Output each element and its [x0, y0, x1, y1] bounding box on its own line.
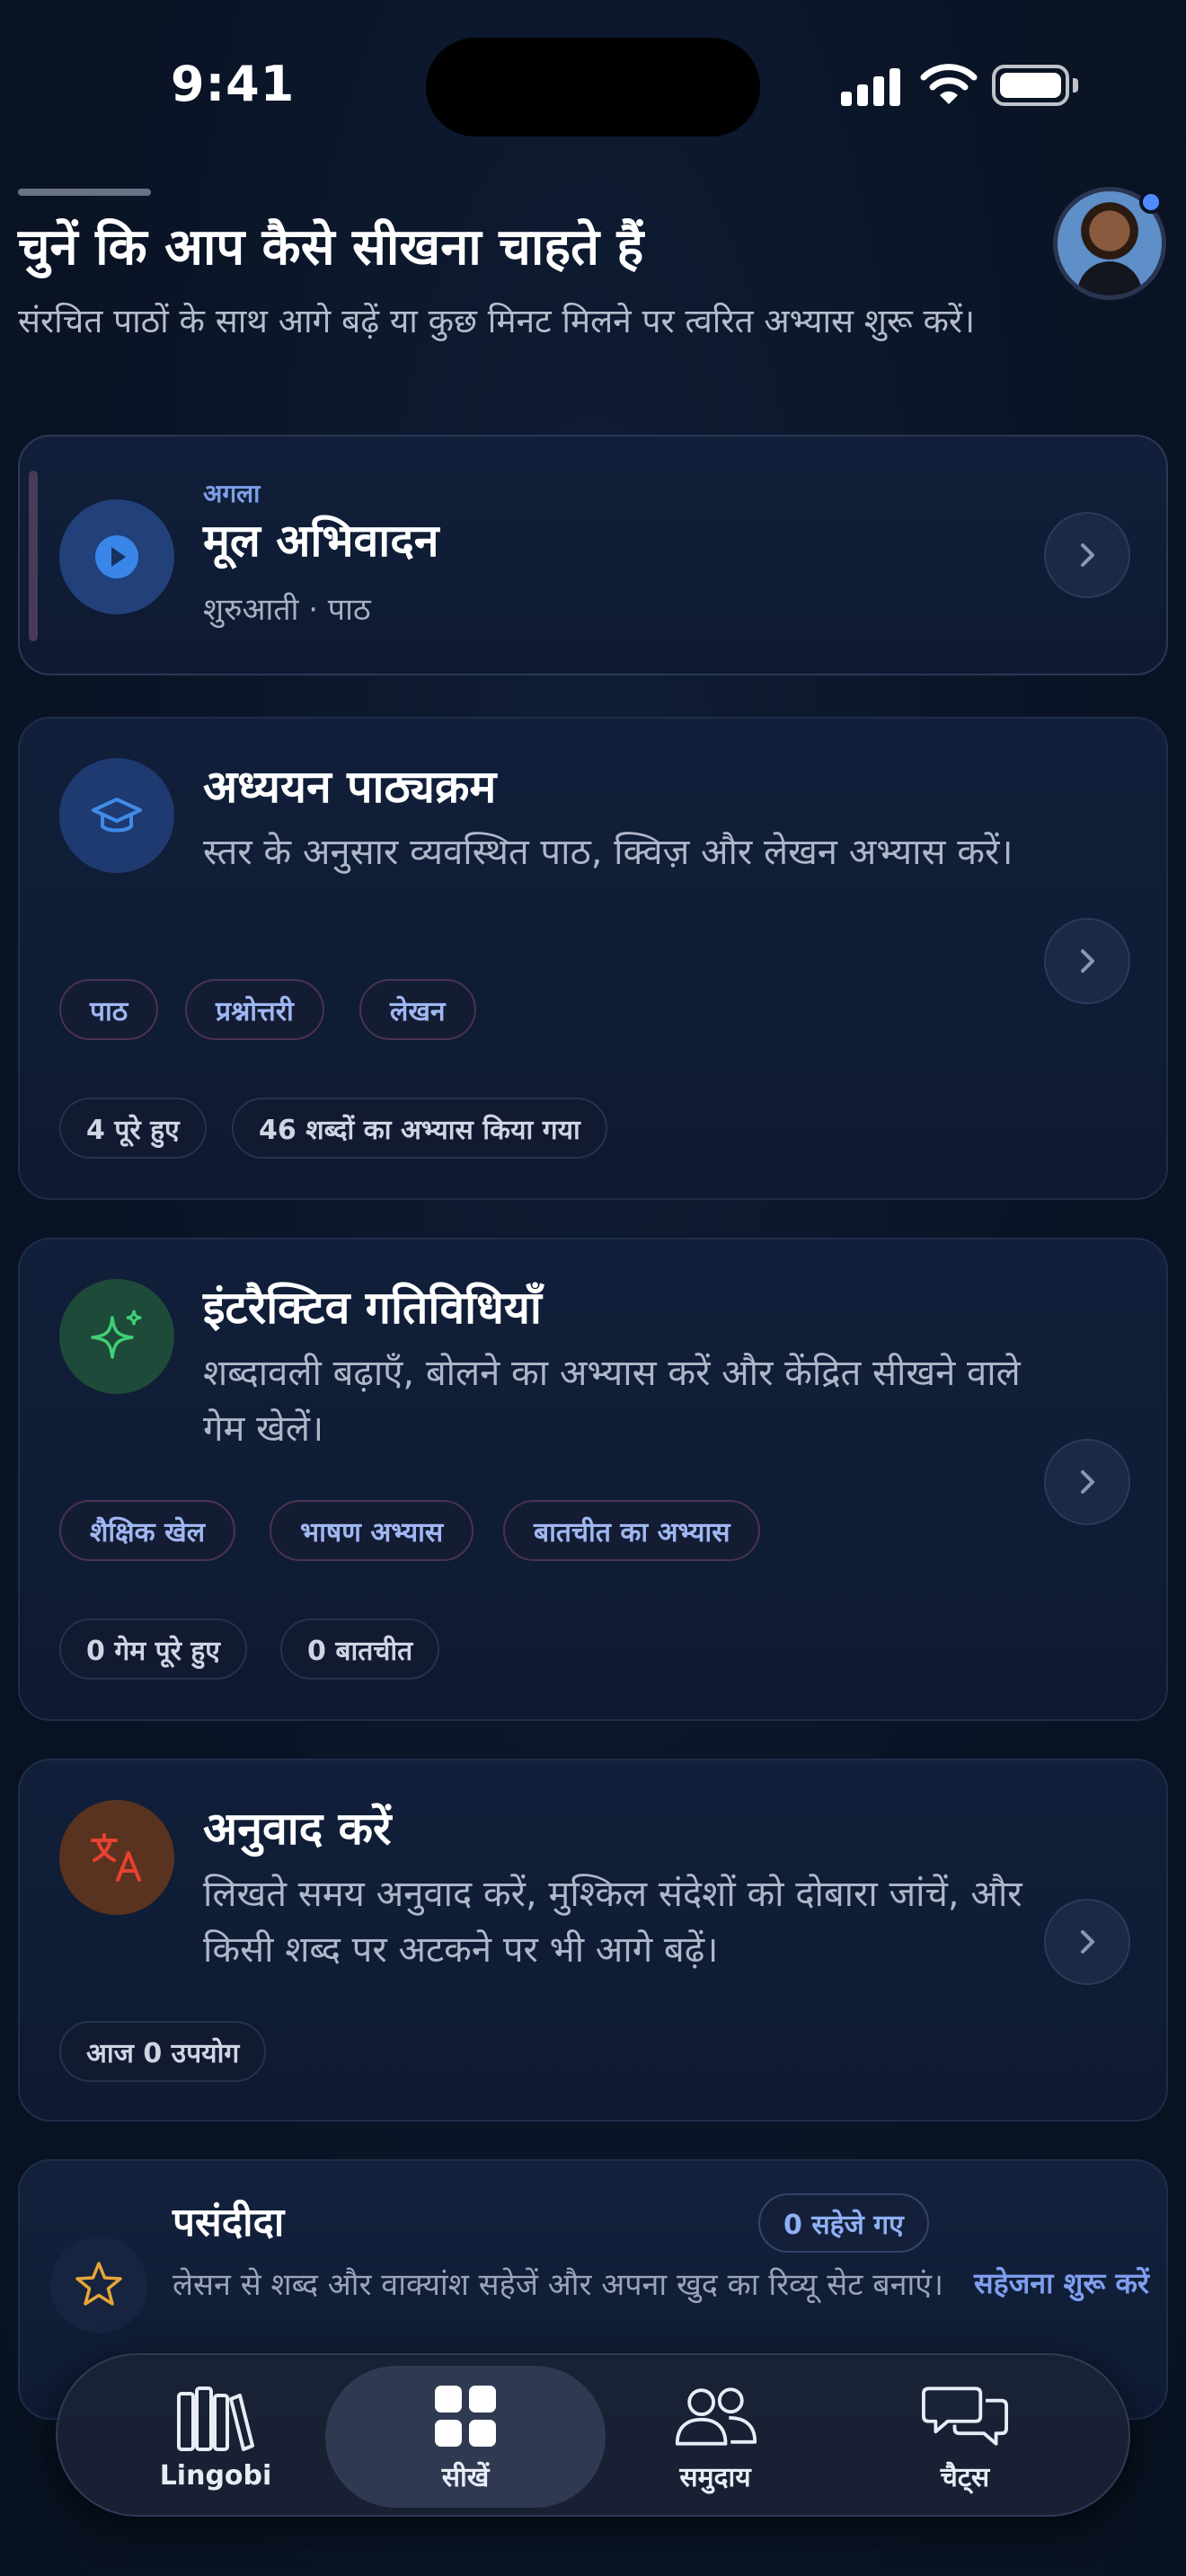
cellular-signal-icon [841, 66, 900, 106]
translate-card[interactable]: अनुवाद करें लिखते समय अनुवाद करें, मुश्क… [18, 1759, 1168, 2122]
next-lesson-card[interactable]: अगला मूल अभिवादन शुरुआती · पाठ [18, 435, 1168, 675]
tag-speech-practice[interactable]: भाषण अभ्यास [270, 1500, 474, 1561]
chevron-right-icon[interactable] [1044, 918, 1130, 1004]
play-icon [59, 499, 174, 614]
next-lesson-title: मूल अभिवादन [203, 515, 439, 567]
battery-icon [992, 65, 1078, 106]
tab-label: चैट्स [940, 2461, 990, 2493]
study-course-card[interactable]: अध्ययन पाठ्यक्रम स्तर के अनुसार व्यवस्थि… [18, 717, 1168, 1200]
graduation-cap-icon [59, 758, 174, 873]
activities-description: शब्दावली बढ़ाएँ, बोलने का अभ्यास करें और… [203, 1353, 1021, 1450]
header-accent-bar [18, 189, 151, 196]
tag-conversation-practice[interactable]: बातचीत का अभ्यास [503, 1500, 761, 1561]
star-icon [50, 2236, 147, 2333]
next-lesson-meta: शुरुआती · पाठ [203, 592, 371, 628]
page-subtitle: संरचित पाठों के साथ आगे बढ़ें या कुछ मिन… [18, 302, 976, 340]
study-course-description: स्तर के अनुसार व्यवस्थित पाठ, क्विज़ और … [203, 832, 1013, 873]
grid-icon [422, 2380, 509, 2452]
stat-conversations: 0 बातचीत [280, 1619, 440, 1680]
chevron-right-icon[interactable] [1044, 1439, 1130, 1525]
library-icon [173, 2383, 259, 2455]
tab-label: समुदाय [679, 2461, 751, 2493]
stat-used-today: आज 0 उपयोग [59, 2021, 267, 2082]
card-accent-bar [29, 471, 38, 641]
notification-dot [1139, 190, 1163, 214]
translate-icon [59, 1800, 174, 1915]
study-course-title: अध्ययन पाठ्यक्रम [203, 761, 497, 813]
translate-description: लिखते समय अनुवाद करें, मुश्किल संदेशों क… [203, 1874, 1022, 1971]
tab-chats[interactable]: चैट्स [825, 2366, 1105, 2508]
dynamic-island [426, 38, 760, 137]
tag-educational-games[interactable]: शैक्षिक खेल [59, 1500, 236, 1561]
chevron-right-icon[interactable] [1044, 512, 1130, 598]
tab-lingobi[interactable]: Lingobi [75, 2366, 356, 2508]
status-time: 9:41 [171, 56, 296, 112]
tab-label: सीखें [441, 2461, 490, 2493]
activities-title: इंटरैक्टिव गतिविधियाँ [203, 1282, 542, 1334]
wifi-icon [920, 64, 978, 104]
tab-community[interactable]: समुदाय [575, 2366, 855, 2508]
start-saving-link[interactable]: सहेजना शुरू करें [974, 2263, 1149, 2302]
tag-quiz[interactable]: प्रश्नोत्तरी [185, 979, 324, 1040]
favorites-description: लेसन से शब्द और वाक्यांश सहेजें और अपना … [173, 2267, 943, 2303]
learn-screen: 9:41 चुनें कि आप कैसे सीखना चाहते हैं सं… [0, 0, 1186, 2576]
chevron-right-icon[interactable] [1044, 1899, 1130, 1985]
translate-title: अनुवाद करें [203, 1803, 392, 1855]
stat-words-practiced: 46 शब्दों का अभ्यास किया गया [232, 1098, 607, 1159]
status-bar: 9:41 [0, 0, 1186, 171]
tab-learn[interactable]: सीखें [325, 2366, 606, 2508]
favorites-title: पसंदीदा [173, 2200, 285, 2245]
stat-games-completed: 0 गेम पूरे हुए [59, 1619, 247, 1680]
tab-label: Lingobi [159, 2459, 272, 2492]
interactive-activities-card[interactable]: इंटरैक्टिव गतिविधियाँ शब्दावली बढ़ाएँ, ब… [18, 1238, 1168, 1721]
stat-completed: 4 पूरे हुए [59, 1098, 207, 1159]
tag-lesson[interactable]: पाठ [59, 979, 159, 1040]
sparkles-icon [59, 1279, 174, 1394]
page-title: चुनें कि आप कैसे सीखना चाहते हैं [18, 218, 644, 277]
next-label: अगला [203, 479, 261, 508]
chat-bubbles-icon [922, 2380, 1008, 2452]
saved-count-badge: 0 सहेजे गए [758, 2193, 929, 2253]
bottom-tab-bar: Lingobi सीखें समुदाय चैट्स [56, 2353, 1130, 2517]
people-icon [672, 2380, 758, 2452]
tag-writing[interactable]: लेखन [359, 979, 476, 1040]
